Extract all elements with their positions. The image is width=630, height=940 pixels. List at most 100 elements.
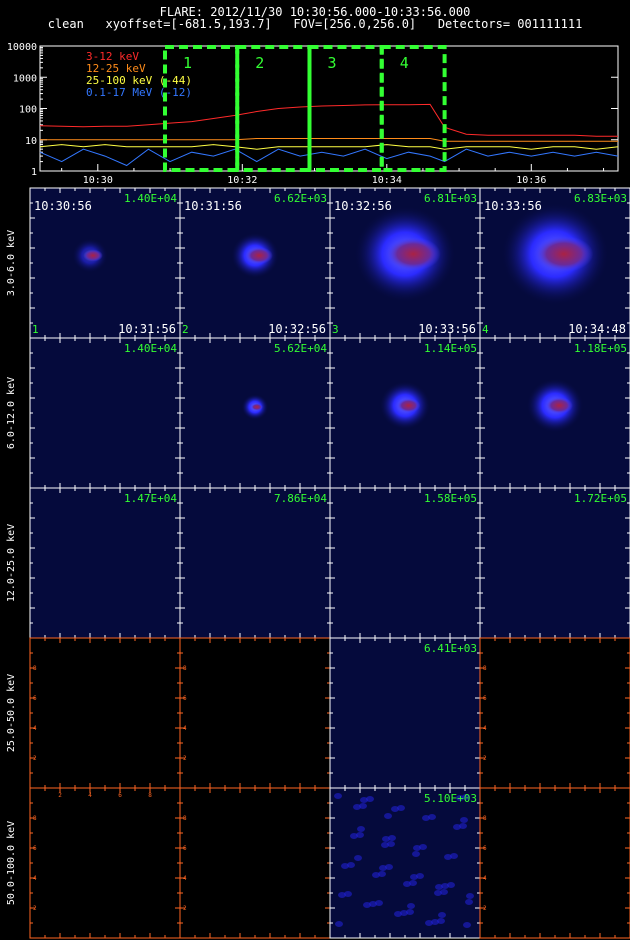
- noise-speckle: [341, 863, 349, 869]
- noise-speckle: [410, 874, 418, 880]
- peak-value: 6.81E+03: [424, 192, 477, 205]
- time-window-label: 4: [400, 54, 409, 72]
- image-panel: [480, 488, 630, 638]
- image-panel: [330, 638, 480, 788]
- row-energy-label: 12.0-25.0 keV: [6, 524, 17, 602]
- time-window-label: 2: [255, 54, 264, 72]
- noise-speckle: [435, 884, 443, 890]
- series-line: [40, 138, 618, 142]
- image-panel: [480, 788, 630, 938]
- row-energy-label: 25.0-50.0 keV: [6, 674, 17, 752]
- noise-speckle: [460, 817, 468, 823]
- empty-axis-label: 2: [58, 792, 62, 799]
- image-panel: [480, 638, 630, 788]
- noise-speckle: [379, 865, 387, 871]
- empty-axis-label: 2: [33, 755, 37, 762]
- noise-speckle: [465, 899, 473, 905]
- y-tick-label: 1000: [13, 73, 37, 84]
- x-tick-label: 10:34: [372, 175, 402, 186]
- empty-axis-label: 6: [183, 845, 187, 852]
- peak-value: 6.83E+03: [574, 192, 627, 205]
- image-panel: [30, 338, 180, 488]
- noise-speckle: [372, 872, 380, 878]
- empty-axis-label: 2: [33, 905, 37, 912]
- noise-speckle: [391, 806, 399, 812]
- peak-value: 1.47E+04: [124, 492, 177, 505]
- x-tick-label: 10:32: [227, 175, 257, 186]
- empty-axis-label: 6: [118, 792, 122, 799]
- noise-speckle: [384, 813, 392, 819]
- series-line: [39, 148, 619, 167]
- noise-speckle: [413, 845, 421, 851]
- image-panel: [180, 788, 330, 938]
- empty-axis-label: 2: [183, 755, 187, 762]
- empty-axis-label: 6: [33, 695, 37, 702]
- peak-value: 1.58E+05: [424, 492, 477, 505]
- source-core: [245, 247, 273, 264]
- empty-axis-label: 8: [183, 815, 187, 822]
- empty-axis-label: 8: [483, 665, 487, 672]
- x-tick-label: 10:36: [516, 175, 546, 186]
- noise-speckle: [463, 922, 471, 928]
- panel-end-time: 10:31:56: [118, 322, 176, 336]
- image-grid: 3.0-6.0 keV 1.40E+04 10:30:56 10:31:56 1 6.62…: [6, 187, 630, 939]
- peak-value: 7.86E+04: [274, 492, 327, 505]
- empty-axis-label: 2: [183, 905, 187, 912]
- panel-end-time: 10:32:56: [268, 322, 326, 336]
- noise-speckle: [422, 815, 430, 821]
- image-panel: [30, 638, 180, 788]
- source-core: [250, 403, 263, 411]
- noise-speckle: [438, 912, 446, 918]
- panel-index: 1: [32, 323, 39, 336]
- empty-axis-label: 8: [183, 665, 187, 672]
- noise-speckle: [363, 902, 371, 908]
- peak-value: 1.40E+04: [124, 192, 177, 205]
- empty-axis-label: 2: [483, 905, 487, 912]
- noise-speckle: [407, 903, 415, 909]
- noise-speckle: [434, 890, 442, 896]
- noise-speckle: [357, 826, 365, 832]
- noise-speckle: [425, 920, 433, 926]
- noise-speckle: [353, 804, 361, 810]
- row-energy-label: 6.0-12.0 keV: [6, 377, 17, 449]
- empty-axis-label: 8: [483, 815, 487, 822]
- empty-axis-label: 4: [183, 725, 187, 732]
- noise-speckle: [350, 833, 358, 839]
- panel-index: 3: [332, 323, 339, 336]
- empty-axis-label: 6: [183, 695, 187, 702]
- peak-value: 5.62E+04: [274, 342, 327, 355]
- panel-index: 2: [182, 323, 189, 336]
- panel-start-time: 10:30:56: [34, 199, 92, 213]
- empty-axis-label: 4: [483, 725, 487, 732]
- peak-value: 5.10E+03: [424, 792, 477, 805]
- noise-speckle: [394, 911, 402, 917]
- y-tick-label: 100: [19, 105, 37, 116]
- legend-entry: 0.1-17 MeV (-12): [86, 86, 192, 99]
- empty-axis-label: 4: [88, 792, 92, 799]
- noise-speckle: [381, 842, 389, 848]
- image-panel: [180, 638, 330, 788]
- image-panel: [180, 488, 330, 638]
- series-line: [39, 144, 619, 150]
- image-panel: [330, 488, 480, 638]
- panel-start-time: 10:31:56: [184, 199, 242, 213]
- panel-end-time: 10:33:56: [418, 322, 476, 336]
- time-window-label: 1: [183, 54, 192, 72]
- empty-axis-label: 2: [483, 755, 487, 762]
- empty-axis-label: 6: [483, 845, 487, 852]
- peak-value: 1.40E+04: [124, 342, 177, 355]
- source-core: [83, 249, 103, 262]
- empty-axis-label: 8: [33, 815, 37, 822]
- noise-speckle: [453, 824, 461, 830]
- noise-speckle: [444, 854, 452, 860]
- panel-start-time: 10:33:56: [484, 199, 542, 213]
- empty-axis-label: 4: [183, 875, 187, 882]
- peak-value: 1.18E+05: [574, 342, 627, 355]
- noise-speckle: [403, 881, 411, 887]
- peak-value: 6.62E+03: [274, 192, 327, 205]
- panel-index: 4: [482, 323, 489, 336]
- peak-value: 6.41E+03: [424, 642, 477, 655]
- noise-speckle: [382, 836, 390, 842]
- source-core: [545, 397, 573, 414]
- source-core: [534, 236, 594, 272]
